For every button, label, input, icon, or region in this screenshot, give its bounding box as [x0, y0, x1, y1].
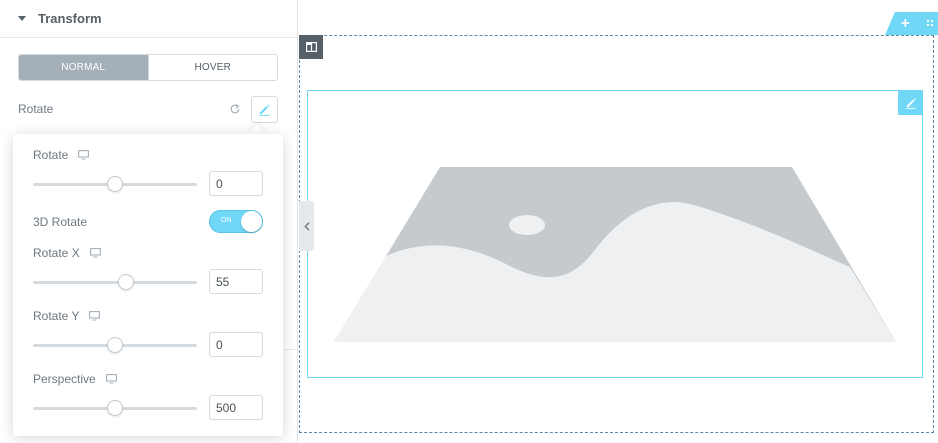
image-placeholder-icon: [334, 167, 896, 342]
rotate-label-row: Rotate: [33, 148, 90, 162]
rotate-input[interactable]: [209, 171, 263, 196]
rotate-slider-handle[interactable]: [107, 176, 123, 192]
transform-popover: Rotate 3D Rotate ON Rotate X Rotate Y: [13, 134, 283, 436]
rotate-3d-label-row: 3D Rotate: [33, 215, 87, 229]
rotate-y-input[interactable]: [209, 332, 263, 357]
panel-divider: [282, 349, 298, 350]
rotate-control-label: Rotate: [18, 102, 54, 116]
widget-edit-button[interactable]: [898, 90, 923, 115]
caret-down-icon: [18, 16, 26, 21]
transform-section-header[interactable]: Transform: [0, 0, 298, 38]
column-layout-icon: [305, 42, 317, 52]
rotate-3d-label: 3D Rotate: [33, 215, 88, 229]
perspective-label: Perspective: [33, 372, 96, 386]
pencil-icon: [905, 97, 916, 109]
desktop-monitor-icon[interactable]: [89, 311, 101, 321]
section-title: Transform: [38, 11, 102, 26]
collapse-panel-button[interactable]: [299, 201, 314, 251]
column-handle[interactable]: [299, 35, 323, 59]
rotate-x-label-row: Rotate X: [33, 246, 101, 260]
perspective-label-row: Perspective: [33, 372, 117, 386]
perspective-slider-handle[interactable]: [107, 400, 123, 416]
pencil-icon: [259, 104, 270, 116]
desktop-monitor-icon[interactable]: [105, 374, 117, 384]
popover-toggle-button[interactable]: [251, 96, 278, 123]
reset-icon[interactable]: [229, 103, 241, 115]
rotate-y-label-row: Rotate Y: [33, 309, 101, 323]
tab-normal[interactable]: NORMAL: [19, 55, 148, 80]
chevron-left-icon: [303, 221, 309, 231]
rotate-label: Rotate: [33, 148, 69, 162]
perspective-input[interactable]: [209, 395, 263, 420]
rotate-y-label: Rotate Y: [33, 309, 80, 323]
perspective-slider[interactable]: [33, 398, 197, 418]
section-handle[interactable]: [885, 12, 938, 35]
rotate-y-slider[interactable]: [33, 335, 197, 355]
toggle-knob: [241, 211, 262, 232]
rotate-x-input[interactable]: [209, 269, 263, 294]
desktop-monitor-icon[interactable]: [78, 150, 90, 160]
rotate-x-slider[interactable]: [33, 272, 197, 292]
state-tabs: NORMAL HOVER: [18, 54, 278, 81]
rotate-slider[interactable]: [33, 174, 197, 194]
rotate-y-slider-handle[interactable]: [107, 337, 123, 353]
rotate-x-slider-track[interactable]: [33, 281, 197, 284]
tab-hover[interactable]: HOVER: [147, 55, 277, 80]
desktop-monitor-icon[interactable]: [89, 248, 101, 258]
toggle-on-text: ON: [221, 217, 232, 224]
rotate-3d-toggle[interactable]: ON: [209, 210, 263, 233]
rotate-x-label: Rotate X: [33, 246, 80, 260]
rotate-x-slider-handle[interactable]: [118, 274, 135, 290]
